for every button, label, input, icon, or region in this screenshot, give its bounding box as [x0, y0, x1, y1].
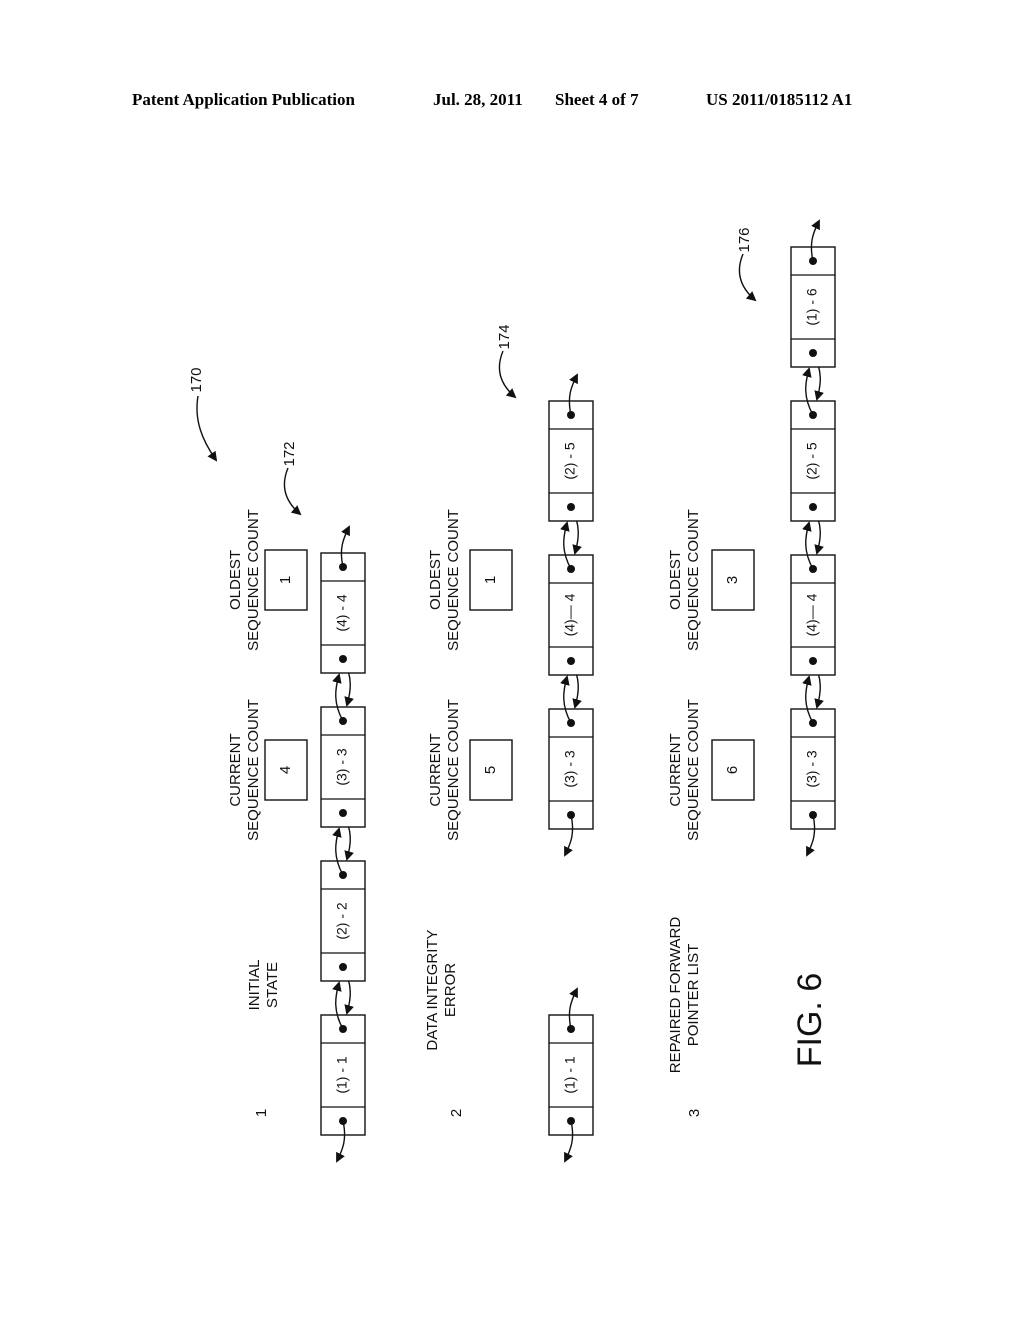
step-caption: REPAIRED FORWARD: [667, 917, 684, 1074]
step-number: 3: [686, 1109, 703, 1117]
linked-list: (3) - 3 (4)— 4 (2) - 5: [548, 373, 594, 857]
current-sequence-count-label: SEQUENCE COUNT: [245, 699, 262, 841]
figure-label: FIG. 6: [791, 973, 829, 1067]
reference-leader-arrow: [738, 253, 757, 302]
list-node: (4) - 4: [320, 525, 366, 674]
current-sequence-count-value: 6: [724, 766, 741, 774]
node-label: (2) - 5: [804, 442, 820, 480]
oldest-sequence-count-label: SEQUENCE COUNT: [685, 509, 702, 651]
current-sequence-count-value: 4: [277, 766, 294, 774]
reference-numeral: 172: [281, 441, 298, 466]
current-sequence-count-label: SEQUENCE COUNT: [685, 699, 702, 841]
figure-6-diagram: 1INITIAL STATECURRENT SEQUENCE COUNT 4OLDES…: [188, 219, 836, 1163]
list-node: (1) - 6: [790, 219, 836, 368]
step-number: 1: [253, 1109, 270, 1117]
node-label: (2) - 2: [334, 902, 350, 940]
section-1: 1INITIAL STATECURRENT SEQUENCE COUNT 4OLDES…: [227, 441, 366, 1163]
list-node: (2) - 5: [548, 373, 594, 522]
current-sequence-count-label: SEQUENCE COUNT: [445, 699, 462, 841]
node-label: (4) - 4: [334, 594, 350, 632]
current-sequence-count-label: CURRENT: [667, 733, 684, 806]
step-caption: INITIAL: [246, 960, 263, 1011]
node-label: (3) - 3: [334, 748, 350, 786]
node-label: (3) - 3: [804, 750, 820, 788]
main-reference-leader-arrow: [196, 395, 218, 462]
step-caption: POINTER LIST: [685, 944, 702, 1047]
node-label: (1) - 6: [804, 288, 820, 326]
reference-leader-arrow: [283, 467, 302, 516]
oldest-sequence-count-label: OLDEST: [227, 550, 244, 610]
step-caption: ERROR: [442, 963, 459, 1017]
oldest-sequence-count-value: 1: [482, 576, 499, 584]
list-node: (3) - 3: [548, 708, 594, 857]
linked-list: (1) - 1 (2) - 2 (3) - 3 (4) - 4: [320, 525, 366, 1163]
current-sequence-count-label: CURRENT: [227, 733, 244, 806]
list-node: (3) - 3: [790, 708, 836, 857]
oldest-sequence-count-label: OLDEST: [667, 550, 684, 610]
node-label: (4)— 4: [562, 593, 578, 636]
node-label: (2) - 5: [562, 442, 578, 480]
node-label: (4)— 4: [804, 593, 820, 636]
oldest-sequence-count-value: 1: [277, 576, 294, 584]
step-caption: STATE: [264, 962, 281, 1008]
backward-pointer-dot: [809, 349, 817, 357]
list-node: (2) - 2: [320, 860, 366, 982]
node-label: (1) - 1: [562, 1056, 578, 1094]
oldest-sequence-count-label: SEQUENCE COUNT: [445, 509, 462, 651]
current-sequence-count-value: 5: [482, 766, 499, 774]
backward-pointer-dot: [567, 503, 575, 511]
node-label: (3) - 3: [562, 750, 578, 788]
list-node: (1) - 1: [320, 1014, 366, 1163]
oldest-sequence-count-value: 3: [724, 576, 741, 584]
linked-list: (3) - 3 (4)— 4 (2) - 5 (1) - 6: [790, 219, 836, 857]
backward-pointer-dot: [809, 503, 817, 511]
backward-pointer-dot: [567, 657, 575, 665]
list-node: (2) - 5: [790, 400, 836, 522]
reference-numeral-main: 170: [188, 367, 205, 392]
list-node: (3) - 3: [320, 706, 366, 828]
reference-leader-arrow: [498, 350, 517, 399]
backward-pointer-dot: [339, 963, 347, 971]
backward-pointer-dot: [339, 809, 347, 817]
step-caption: DATA INTEGRITY: [424, 929, 441, 1050]
reference-numeral: 176: [736, 227, 753, 252]
linked-list: (1) - 1: [548, 987, 594, 1163]
reference-numeral: 174: [496, 324, 513, 349]
list-node: (1) - 1: [548, 987, 594, 1163]
step-number: 2: [448, 1109, 465, 1117]
backward-pointer-dot: [339, 655, 347, 663]
oldest-sequence-count-label: SEQUENCE COUNT: [245, 509, 262, 651]
section-2: 2DATA INTEGRITY ERRORCURRENT SEQUENCE COUN…: [424, 324, 594, 1163]
node-label: (1) - 1: [334, 1056, 350, 1094]
list-node: (4)— 4: [790, 554, 836, 676]
current-sequence-count-label: CURRENT: [427, 733, 444, 806]
oldest-sequence-count-label: OLDEST: [427, 550, 444, 610]
backward-pointer-dot: [809, 657, 817, 665]
list-node: (4)— 4: [548, 554, 594, 676]
